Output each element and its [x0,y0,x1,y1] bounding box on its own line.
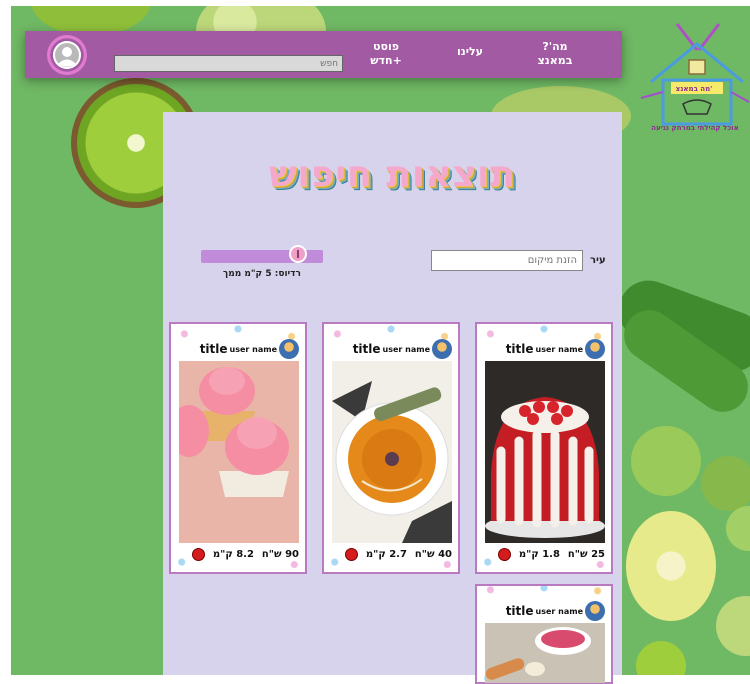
sprout-decoration [631,426,701,496]
card-title: title [199,342,228,356]
nav-new-post[interactable]: פוסט +חדש [361,40,411,68]
lime-decoration [626,511,716,621]
bundt-cake-image[interactable] [485,361,605,543]
status-indicator [497,547,511,561]
status-indicator [191,547,205,561]
grapes-decoration [716,596,750,656]
soup-picture [332,361,452,543]
card-title: title [505,604,534,618]
user-avatar [585,339,605,359]
soup-bowl-picture [485,623,605,683]
logo-name: מה במאנצ' [675,85,713,93]
profile-avatar-button[interactable] [47,35,87,75]
location-input[interactable] [431,250,583,271]
logo-tagline: אוכל קהילתי במרחק נגיעה [651,124,739,132]
soup-image[interactable] [332,361,452,543]
user-avatar [585,601,605,621]
card-user-name: user name [229,344,277,354]
nav-about[interactable]: עלינו [445,45,495,59]
card-title: title [505,342,534,356]
card-distance: 2.7 ק"מ [365,548,407,560]
logo-icon[interactable] [637,22,750,140]
avatar [53,41,81,69]
result-card[interactable]: user name title 40 ש"ח 2.7 ק"מ [322,322,460,574]
bundt-cake-picture [485,361,605,543]
page-title: תוצאות חיפוש [269,154,516,195]
sprout-decoration [701,456,750,511]
card-distance: 8.2 ק"מ [212,548,254,560]
user-avatar [432,339,452,359]
card-header: user name title [179,338,299,360]
result-card[interactable]: user name title 90 ש"ח 8.2 ק"מ [169,322,307,574]
card-header: user name title [485,600,605,622]
top-navbar: פוסט +חדש עלינו מה'? במאנצ [25,31,622,78]
radius-slider-thumb[interactable] [289,245,307,263]
kiwi-decoration [636,641,686,675]
status-indicator [344,547,358,561]
result-card[interactable]: user name title [475,584,613,684]
card-header: user name title [332,338,452,360]
cupcakes-picture [179,361,299,497]
card-header: user name title [485,338,605,360]
card-user-name: user name [535,344,583,354]
card-distance: 1.8 ק"מ [518,548,560,560]
card-user-name: user name [535,606,583,616]
result-card[interactable]: user name title 25 ש"ח 1.8 ק"מ [475,322,613,574]
card-user-name: user name [382,344,430,354]
card-price: 90 ש"ח [261,548,299,560]
card-footer: 40 ש"ח 2.7 ק"מ [332,546,452,562]
sprout-decoration [726,506,750,551]
radius-label: רדיוס: 5 ק"מ ממך [223,269,301,279]
user-avatar [279,339,299,359]
nav-what-is[interactable]: מה'? במאנצ [525,40,585,68]
card-footer: 25 ש"ח 1.8 ק"מ [485,546,605,562]
card-footer: 90 ש"ח 8.2 ק"מ [179,546,299,562]
city-label: עיר [590,255,606,266]
user-icon [53,41,81,69]
card-price: 40 ש"ח [414,548,452,560]
search-input[interactable] [114,55,343,72]
cupcakes-image[interactable] [179,361,299,543]
card-price: 25 ש"ח [567,548,605,560]
soup-bowl-image[interactable] [485,623,605,683]
card-title: title [352,342,381,356]
